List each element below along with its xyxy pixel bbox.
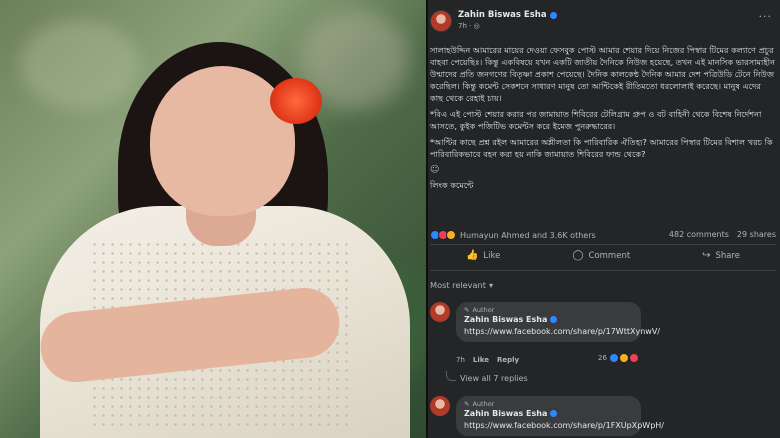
commenter-name-text[interactable]: Zahin Biswas Esha bbox=[464, 315, 547, 324]
comment-like-link[interactable]: Like bbox=[473, 356, 489, 364]
smile-emoji-icon: ☺ bbox=[430, 165, 440, 175]
author-avatar[interactable] bbox=[430, 10, 452, 32]
post-body: সালাহউদ্দিন আমারের মায়ের দেওয়া ফেসবুক … bbox=[430, 44, 776, 195]
reaction-summary-bar: Humayun Ahmed and 3.6K others 482 commen… bbox=[430, 230, 776, 240]
link-in-comment-label: লিংক কমেন্টে bbox=[430, 180, 474, 190]
haha-reaction-icon bbox=[618, 353, 629, 363]
comment-reply-link[interactable]: Reply bbox=[497, 356, 519, 364]
reaction-icons[interactable]: Humayun Ahmed and 3.6K others bbox=[430, 230, 596, 240]
comment-reactions[interactable]: 26 bbox=[598, 353, 639, 363]
shares-count[interactable]: 29 shares bbox=[737, 230, 776, 240]
comment-button[interactable]: ◯ Comment bbox=[566, 248, 636, 263]
haha-reaction-icon bbox=[446, 230, 456, 240]
photo-flower bbox=[270, 78, 322, 124]
sort-label: Most relevant bbox=[430, 280, 486, 290]
comment-bubble: ✎ Author Zahin Biswas Esha https://www.f… bbox=[456, 396, 664, 436]
commenter-name[interactable]: Zahin Biswas Esha bbox=[464, 409, 633, 418]
divider bbox=[430, 244, 776, 245]
share-button-label: Share bbox=[715, 250, 741, 261]
comment-time[interactable]: 7h bbox=[456, 356, 465, 364]
author-name-text[interactable]: Zahin Biswas Esha bbox=[458, 10, 547, 20]
comment-item: ✎ Author Zahin Biswas Esha https://www.f… bbox=[430, 302, 660, 342]
comment-button-label: Comment bbox=[588, 250, 631, 261]
comment-meta: 7h Like Reply bbox=[456, 356, 519, 364]
chevron-down-icon: ▾ bbox=[488, 280, 494, 290]
author-badge-text: Author bbox=[472, 306, 495, 314]
share-button[interactable]: ↪ Share bbox=[696, 248, 746, 263]
more-options-icon[interactable]: ··· bbox=[759, 10, 773, 23]
post-action-bar: 👍 Like ◯ Comment ↪ Share bbox=[430, 248, 776, 263]
facebook-post-panel: Zahin Biswas Esha 7h · ◎ ··· সালাহউদ্দিন… bbox=[426, 0, 780, 438]
divider bbox=[430, 270, 776, 271]
like-button[interactable]: 👍 Like bbox=[460, 248, 506, 263]
post-photo[interactable] bbox=[0, 0, 426, 438]
engagement-counts: 482 comments 29 shares bbox=[669, 230, 776, 240]
comment-react-count: 26 bbox=[598, 354, 607, 362]
like-button-label: Like bbox=[483, 250, 501, 261]
panel-separator bbox=[426, 0, 428, 438]
author-badge: ✎ Author bbox=[464, 306, 633, 314]
verified-badge-icon bbox=[550, 316, 558, 323]
post-time-text[interactable]: 7h · bbox=[458, 22, 474, 30]
reply-thread-line bbox=[446, 371, 456, 381]
comment-bubble-icon: ◯ bbox=[572, 250, 584, 261]
post-paragraph: *আন্টির কাছে প্রশ্ন রইল আমারের অশ্লীলতা … bbox=[430, 137, 773, 159]
commenter-name-text[interactable]: Zahin Biswas Esha bbox=[464, 409, 547, 418]
comment-sort-dropdown[interactable]: Most relevant ▾ bbox=[430, 280, 493, 290]
like-reaction-icon bbox=[608, 353, 619, 363]
love-reaction-icon bbox=[628, 353, 639, 363]
pen-icon: ✎ bbox=[464, 400, 470, 408]
post-meta: Zahin Biswas Esha 7h · ◎ bbox=[452, 10, 557, 30]
view-replies-link[interactable]: View all 7 replies bbox=[446, 371, 528, 383]
globe-icon: ◎ bbox=[473, 22, 480, 30]
comment-link[interactable]: https://www.facebook.com/share/p/17WttXy… bbox=[464, 327, 660, 336]
author-badge: ✎ Author bbox=[464, 400, 633, 408]
thumbs-up-icon: 👍 bbox=[465, 250, 479, 261]
post-paragraph: সালাহউদ্দিন আমারের মায়ের দেওয়া ফেসবুক … bbox=[430, 45, 775, 103]
post-paragraph: *বিএ এই পোস্ট শেয়ার করার পর জামায়াত শি… bbox=[430, 109, 762, 131]
post-timestamp[interactable]: 7h · ◎ bbox=[458, 22, 557, 30]
photo-bokeh bbox=[20, 20, 140, 110]
post-header: Zahin Biswas Esha 7h · ◎ bbox=[430, 10, 557, 32]
reaction-summary-text[interactable]: Humayun Ahmed and 3.6K others bbox=[460, 231, 596, 240]
comment-item: ✎ Author Zahin Biswas Esha https://www.f… bbox=[430, 396, 664, 436]
author-name[interactable]: Zahin Biswas Esha bbox=[458, 10, 557, 20]
verified-badge-icon bbox=[550, 410, 558, 417]
share-arrow-icon: ↪ bbox=[702, 250, 711, 261]
commenter-avatar[interactable] bbox=[430, 396, 450, 416]
commenter-name[interactable]: Zahin Biswas Esha bbox=[464, 315, 633, 324]
pen-icon: ✎ bbox=[464, 306, 470, 314]
comments-count[interactable]: 482 comments bbox=[669, 230, 729, 240]
comment-link[interactable]: https://www.facebook.com/share/p/1FXUpXp… bbox=[464, 421, 664, 430]
commenter-avatar[interactable] bbox=[430, 302, 450, 322]
author-badge-text: Author bbox=[472, 400, 495, 408]
verified-badge-icon bbox=[549, 11, 557, 19]
view-replies-text: View all 7 replies bbox=[460, 374, 528, 383]
comment-bubble: ✎ Author Zahin Biswas Esha https://www.f… bbox=[456, 302, 660, 342]
